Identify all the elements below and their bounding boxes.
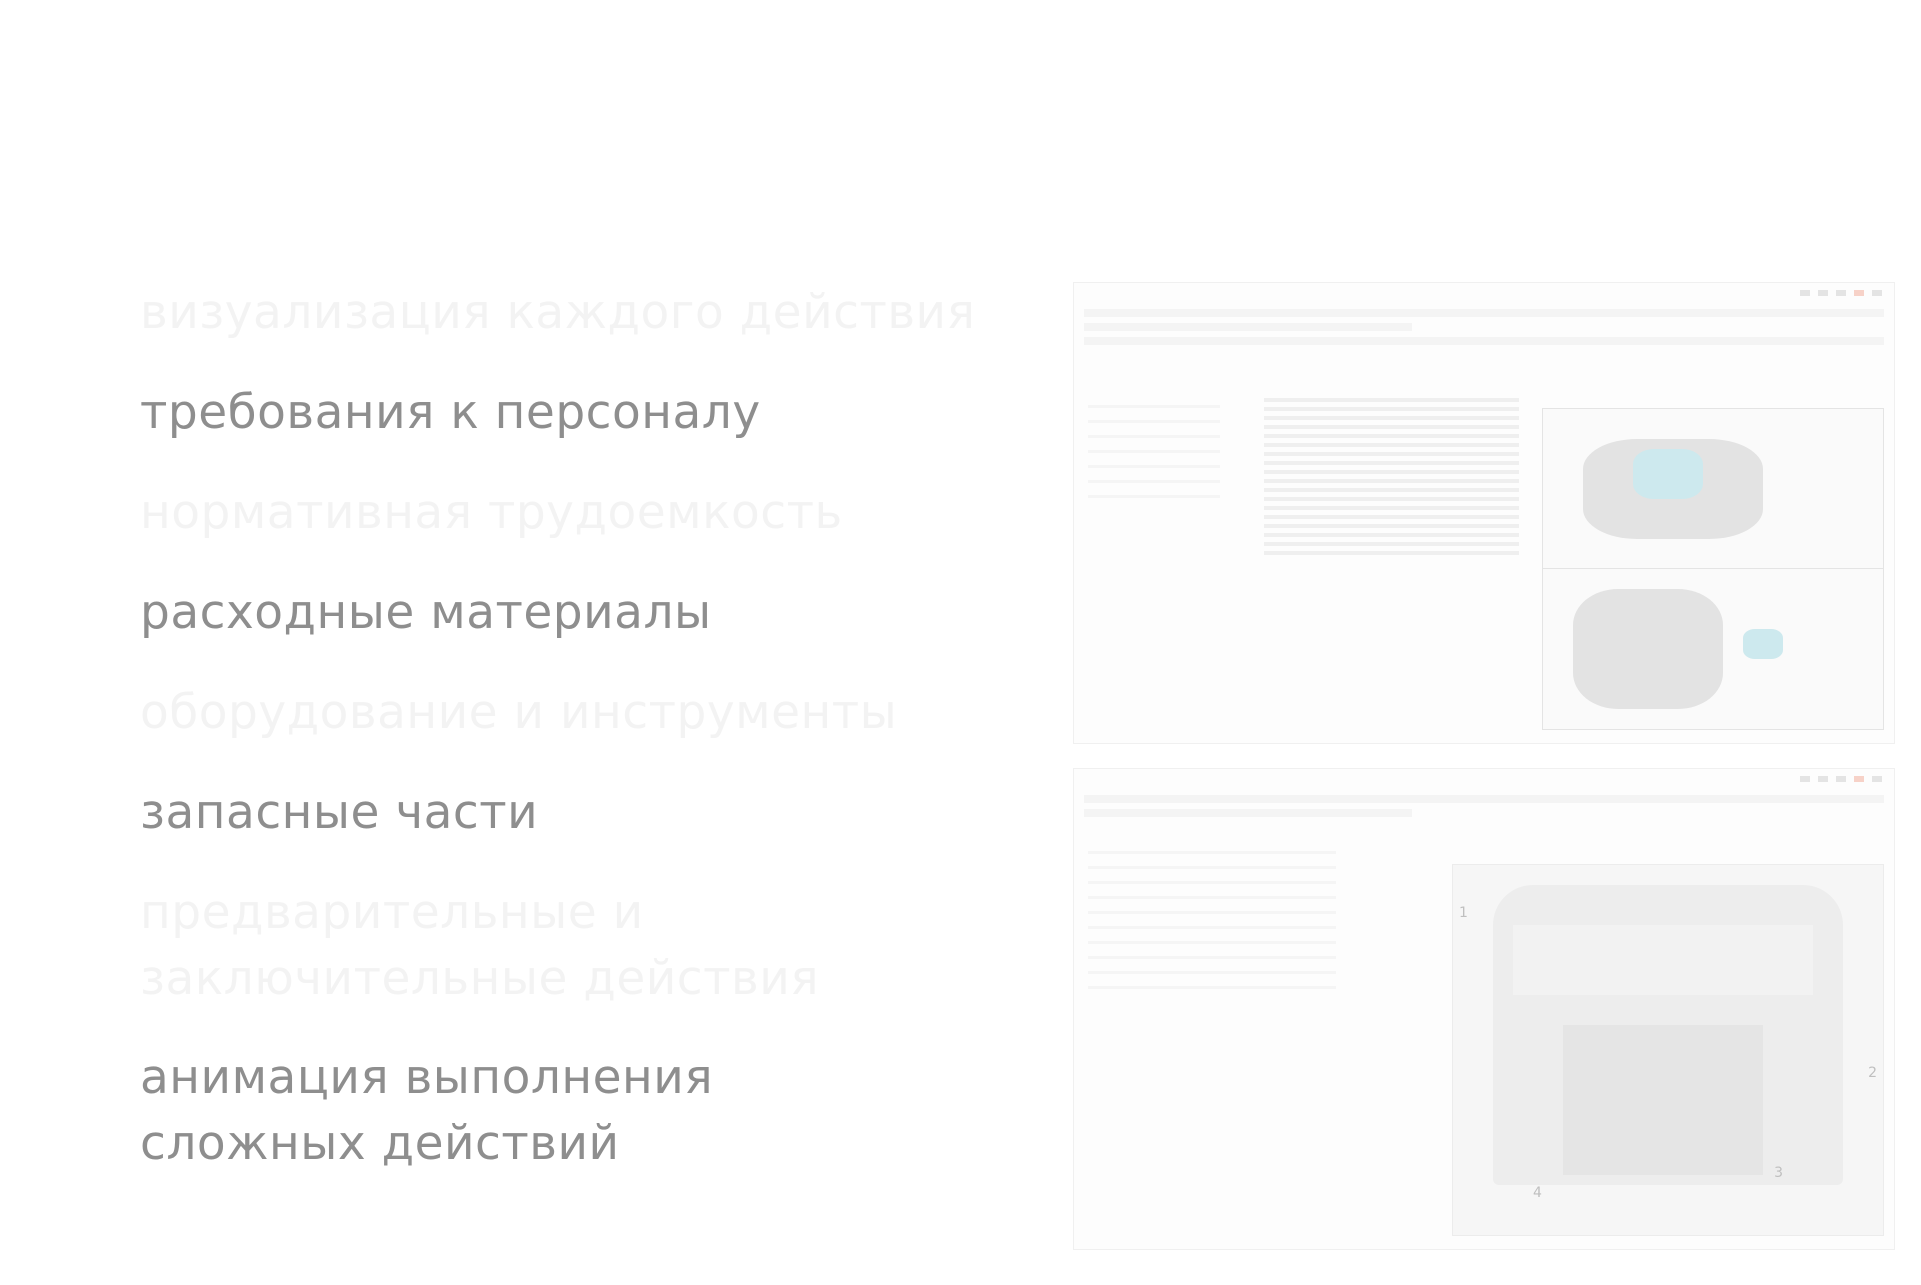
screenshots-panel: 1 2 3 4 [1073, 0, 1921, 1285]
feature-preliminary-final-actions: предварительные и заключительные действи… [140, 885, 820, 1006]
toolbar [1084, 309, 1884, 317]
engine-diagram-top [1542, 408, 1884, 570]
feature-consumables: расходные материалы [140, 585, 712, 640]
feature-list: визуализация каждого действия требования… [140, 0, 1020, 1285]
feature-equipment-tools: оборудование и инструменты [140, 685, 898, 740]
feature-personnel-requirements: требования к персоналу [140, 385, 761, 440]
callout-1: 1 [1459, 905, 1468, 921]
callout-4: 4 [1533, 1185, 1542, 1201]
callout-2: 2 [1868, 1065, 1877, 1081]
window-chrome [1074, 283, 1894, 303]
manual-screenshot-engine [1073, 282, 1895, 744]
breadcrumb [1084, 809, 1412, 817]
truck-cab-illustration: 1 2 3 4 [1452, 864, 1884, 1236]
operation-parameters [1088, 393, 1253, 510]
window-chrome [1074, 769, 1894, 789]
feature-visualization: визуализация каждого действия [140, 285, 976, 340]
engine-diagram-bottom [1542, 568, 1884, 730]
breadcrumb [1084, 323, 1412, 331]
feature-labor-intensity: нормативная трудоемкость [140, 485, 843, 540]
instruction-text [1088, 839, 1398, 1001]
toolbar [1084, 795, 1884, 803]
callout-3: 3 [1774, 1165, 1783, 1181]
tab-strip [1084, 337, 1884, 345]
feature-complex-animation: анимация выполнения сложных действий [140, 1050, 714, 1171]
manual-screenshot-truck: 1 2 3 4 [1073, 768, 1895, 1250]
instruction-text [1264, 393, 1519, 560]
feature-spare-parts: запасные части [140, 785, 539, 840]
